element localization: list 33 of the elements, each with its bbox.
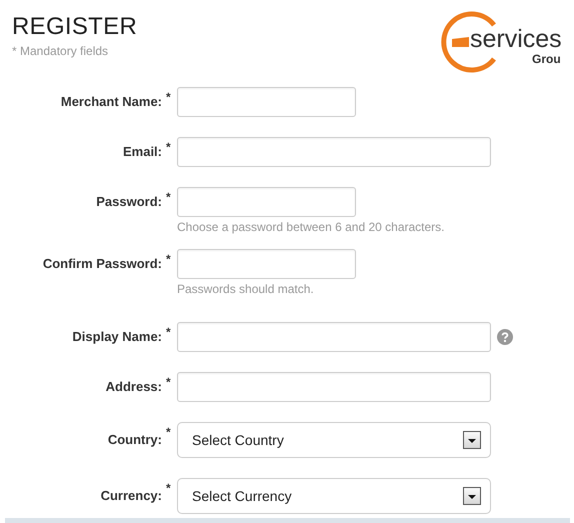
mandatory-note: * Mandatory fields <box>12 44 110 58</box>
required-asterisk: * <box>165 251 172 268</box>
required-asterisk: * <box>165 139 172 156</box>
text-input-field[interactable] <box>177 372 491 402</box>
text-input-field[interactable] <box>177 322 491 352</box>
required-asterisk: * <box>165 324 172 341</box>
select-dropdown[interactable]: Select Country <box>177 422 491 458</box>
field-label: Address: <box>104 378 162 396</box>
logo-word: services <box>470 25 562 53</box>
field-hint: Passwords should match. <box>177 282 315 296</box>
field-label: Email: <box>122 143 162 161</box>
dropdown-caret-icon <box>463 487 481 505</box>
required-asterisk: * <box>165 189 172 206</box>
logo-subtitle: Grou <box>532 52 561 66</box>
required-asterisk: * <box>165 424 172 441</box>
field-label: Confirm Password: <box>42 255 162 273</box>
field-hint: Choose a password between 6 and 20 characters. <box>177 220 446 234</box>
field-label: Display Name: <box>71 328 162 346</box>
help-icon[interactable] <box>497 329 513 345</box>
text-input-field[interactable] <box>177 87 356 117</box>
dropdown-caret-icon <box>463 431 481 449</box>
page-title: REGISTER <box>12 14 138 40</box>
field-label: Country: <box>106 431 162 449</box>
text-input-field[interactable] <box>177 187 356 217</box>
required-asterisk: * <box>165 89 172 106</box>
text-input-field[interactable] <box>177 249 356 279</box>
select-dropdown[interactable]: Select Currency <box>177 478 491 514</box>
text-input-field[interactable] <box>177 137 491 167</box>
field-label: Merchant Name: <box>60 93 162 111</box>
field-label: Password: <box>95 193 162 211</box>
required-asterisk: * <box>165 480 172 497</box>
required-asterisk: * <box>165 374 172 391</box>
field-label: Currency: <box>100 487 162 505</box>
